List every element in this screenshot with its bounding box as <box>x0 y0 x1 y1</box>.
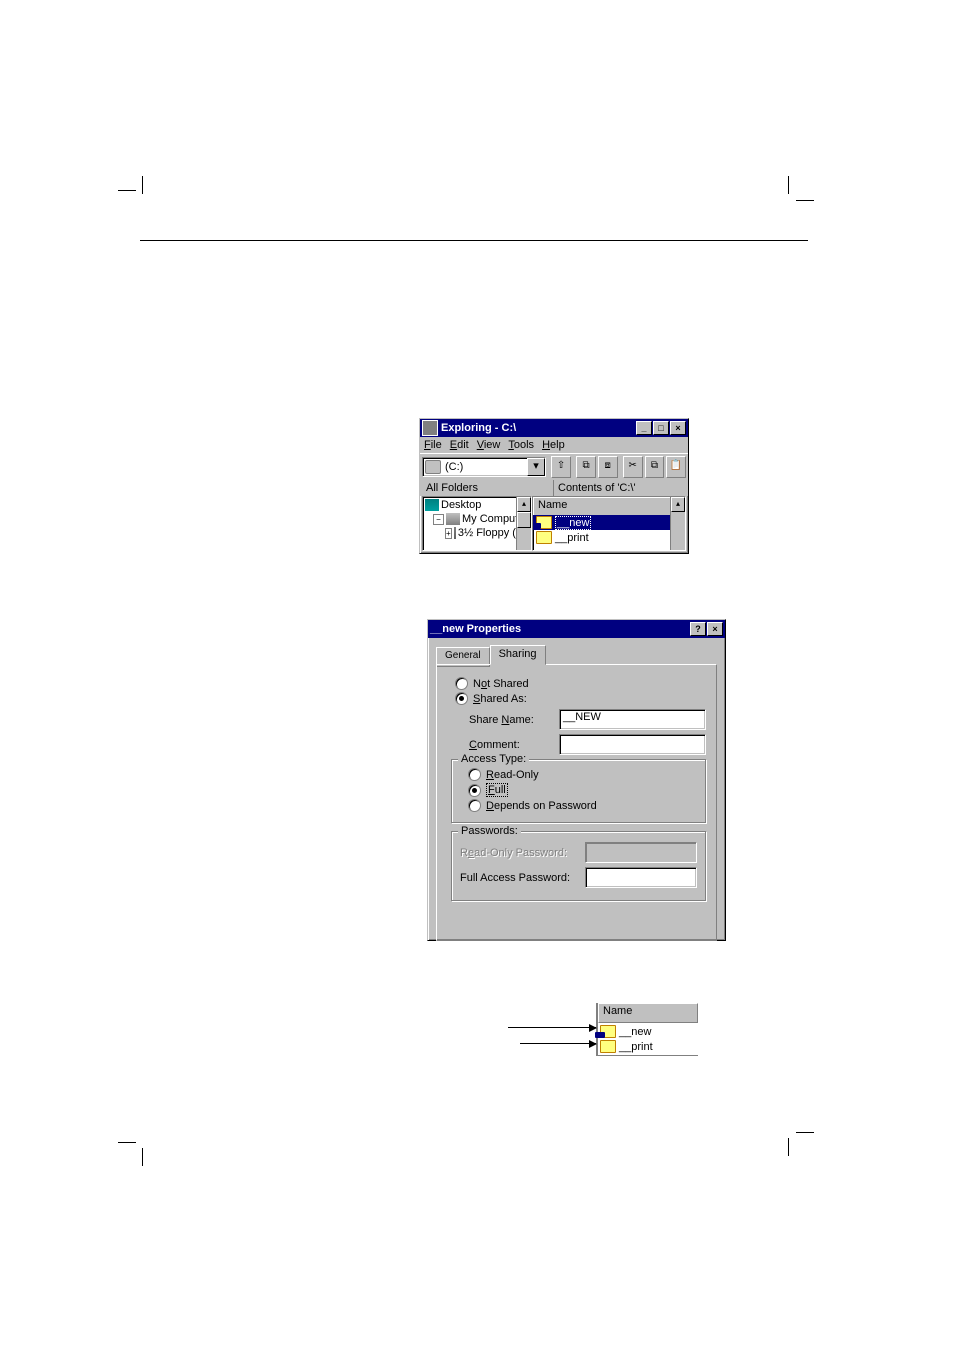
explorer-menubar: File Edit View Tools Help <box>420 437 688 453</box>
tree-desktop[interactable]: Desktop <box>425 498 530 512</box>
sharing-tab-pane: Not Shared Shared As: Share Name: __NEW … <box>436 664 717 941</box>
floppy-icon <box>454 527 456 539</box>
callout-arrow <box>520 1043 596 1044</box>
shared-folder-icon <box>600 1025 616 1038</box>
all-folders-header: All Folders <box>422 480 554 496</box>
full-password-input[interactable] <box>585 867 697 888</box>
radio-depends[interactable]: Depends on Password <box>468 799 697 812</box>
help-button[interactable]: ? <box>690 622 706 636</box>
access-type-group: Access Type: Read-Only Full Depends on P… <box>451 759 706 823</box>
cut-button[interactable]: ✂ <box>623 456 643 478</box>
snippet-name-header[interactable]: Name <box>598 1003 698 1023</box>
minimize-button[interactable]: _ <box>636 421 652 435</box>
list-item-new[interactable]: __new <box>533 515 671 530</box>
radio-icon <box>468 799 481 812</box>
snippet-item-print[interactable]: __print <box>600 1039 696 1054</box>
snippet-item-new[interactable]: __new <box>600 1024 696 1039</box>
tree-scrollbar[interactable]: ▴ <box>516 497 531 550</box>
radio-not-shared[interactable]: Not Shared <box>455 677 706 690</box>
copy-button[interactable]: ⧉ <box>645 456 665 478</box>
list-item-print[interactable]: __print <box>533 530 671 545</box>
explorer-titlebar: Exploring - C:\ _ □ × <box>420 419 688 437</box>
explorer-title: Exploring - C:\ <box>441 422 516 434</box>
disconnect-drive-button[interactable]: ⧈ <box>598 456 618 478</box>
menu-help[interactable]: Help <box>542 439 565 451</box>
menu-view[interactable]: View <box>477 439 501 451</box>
radio-full[interactable]: Full <box>468 783 697 797</box>
radio-icon <box>455 692 468 705</box>
collapse-icon[interactable]: − <box>433 514 444 525</box>
access-type-label: Access Type: <box>458 753 529 765</box>
shared-folder-icon <box>536 516 552 529</box>
pane-headers: All Folders Contents of 'C:\' <box>420 480 688 496</box>
callout-arrow <box>508 1027 596 1028</box>
menu-edit[interactable]: Edit <box>450 439 469 451</box>
folder-icon <box>600 1040 616 1053</box>
tree-mycomputer[interactable]: − My Computer <box>425 512 530 526</box>
column-name-header[interactable]: Name <box>533 497 671 517</box>
radio-shared-as[interactable]: Shared As: <box>455 692 706 705</box>
list-scrollbar[interactable]: ▴ <box>670 497 685 550</box>
drive-icon <box>425 460 441 474</box>
contents-header: Contents of 'C:\' <box>554 480 686 496</box>
radio-icon <box>468 784 481 797</box>
folder-list-snippet: Name __new __print <box>596 1003 698 1056</box>
combo-arrow-icon[interactable]: ▾ <box>527 458 545 476</box>
menu-file[interactable]: File <box>424 439 442 451</box>
full-password-label: Full Access Password: <box>460 872 585 884</box>
explorer-app-icon <box>422 420 438 436</box>
properties-dialog: __new Properties ? × General Sharing Not… <box>427 619 726 941</box>
comment-label: Comment: <box>469 739 559 751</box>
folder-icon <box>536 531 552 544</box>
up-button[interactable]: ⇧ <box>551 456 571 478</box>
scroll-up-icon[interactable]: ▴ <box>517 497 531 512</box>
contents-pane[interactable]: Name __new __print ▴ <box>532 496 686 551</box>
dialog-titlebar: __new Properties ? × <box>428 620 725 638</box>
passwords-group: Passwords: Read-Only Password: Full Acce… <box>451 831 706 901</box>
scroll-up-icon[interactable]: ▴ <box>671 497 685 512</box>
desktop-icon <box>425 499 439 511</box>
comment-input[interactable] <box>559 734 706 755</box>
tree-floppy[interactable]: + 3½ Floppy (A:) <box>425 526 530 540</box>
folder-tree-pane[interactable]: Desktop − My Computer + 3½ Floppy (A:) ▴ <box>422 496 532 551</box>
map-drive-button[interactable]: ⧉ <box>576 456 596 478</box>
passwords-label: Passwords: <box>458 825 521 837</box>
share-name-label: Share Name: <box>469 714 559 726</box>
ro-password-input <box>585 842 697 863</box>
tab-sharing[interactable]: Sharing <box>490 645 546 665</box>
tab-row: General Sharing <box>436 644 717 664</box>
drive-combo[interactable]: (C:) ▾ <box>422 457 546 477</box>
share-name-input[interactable]: __NEW <box>559 709 706 730</box>
maximize-button[interactable]: □ <box>653 421 669 435</box>
paste-button[interactable]: 📋 <box>666 456 686 478</box>
ro-password-label: Read-Only Password: <box>460 847 585 859</box>
radio-readonly[interactable]: Read-Only <box>468 768 697 781</box>
radio-icon <box>468 768 481 781</box>
drive-combo-value: (C:) <box>445 461 463 473</box>
scroll-thumb[interactable] <box>517 512 531 528</box>
close-button[interactable]: × <box>707 622 723 636</box>
close-button[interactable]: × <box>670 421 686 435</box>
dialog-title: __new Properties <box>430 623 521 635</box>
radio-icon <box>455 677 468 690</box>
mycomputer-icon <box>446 513 460 525</box>
expand-icon[interactable]: + <box>445 528 452 539</box>
explorer-window: Exploring - C:\ _ □ × File Edit View Too… <box>419 418 689 554</box>
menu-tools[interactable]: Tools <box>508 439 534 451</box>
explorer-toolbar: (C:) ▾ ⇧ ⧉ ⧈ ✂ ⧉ 📋 <box>420 453 688 480</box>
